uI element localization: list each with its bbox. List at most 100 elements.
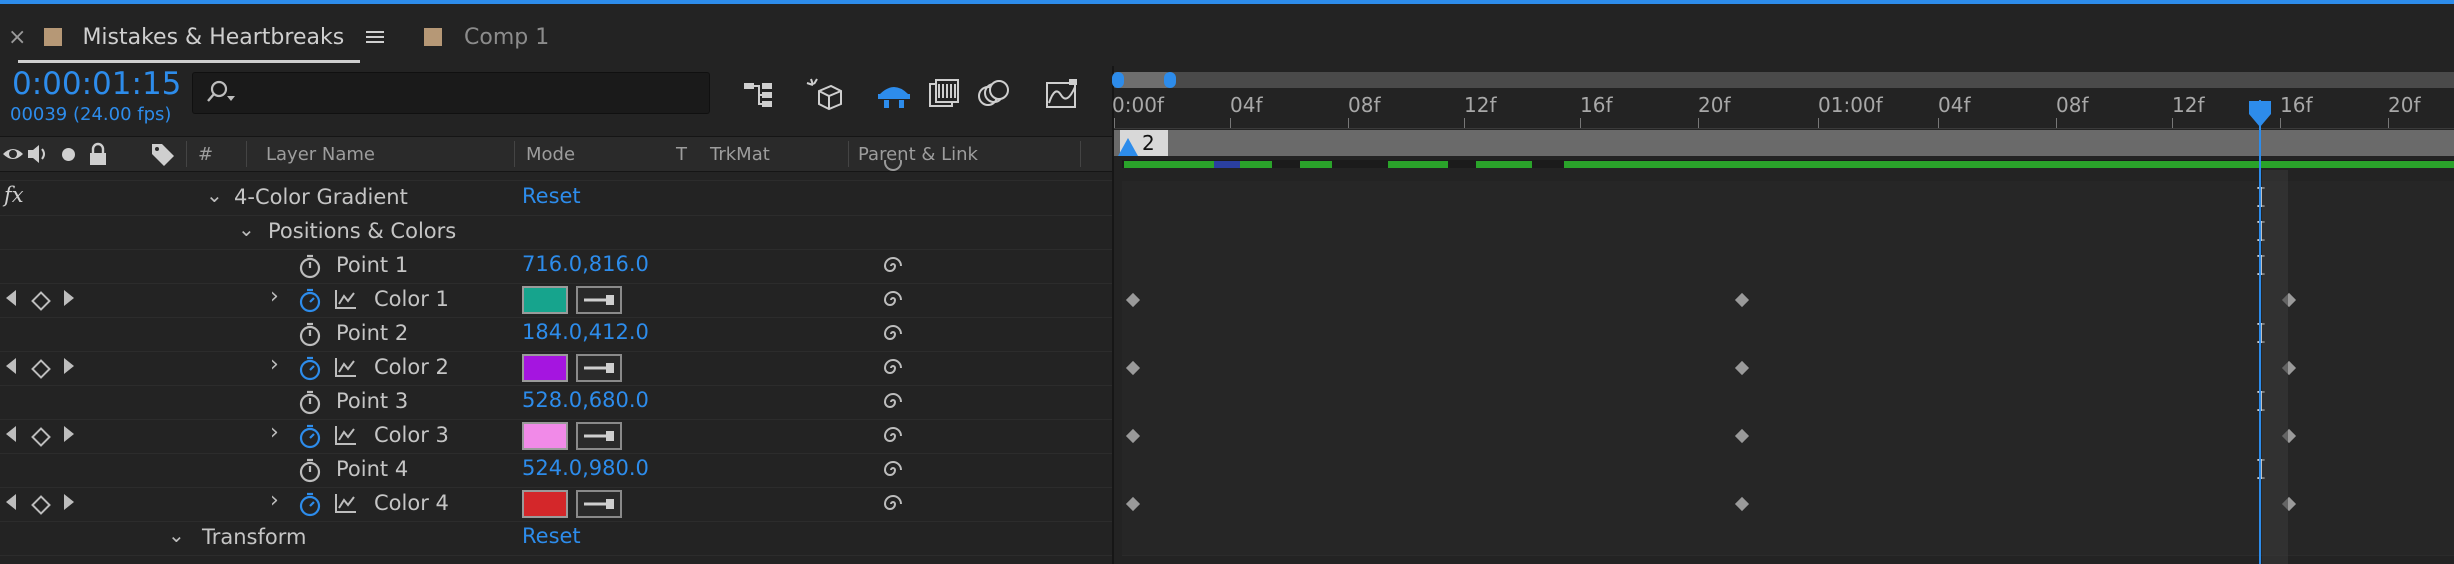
timeline-track-row[interactable]: [1122, 249, 2454, 284]
timeline-track-row[interactable]: [1122, 487, 2454, 522]
layer-duration-segment[interactable]: [1388, 161, 1448, 168]
graph-icon[interactable]: [334, 492, 358, 514]
tab-mistakes-heartbreaks[interactable]: × Mistakes & Heartbreaks: [8, 8, 385, 66]
property-row-color[interactable]: › Color 2: [0, 351, 1112, 386]
timeline-track-row[interactable]: [1122, 181, 2454, 216]
work-area-bar[interactable]: [1114, 130, 2454, 156]
keyframe[interactable]: [1734, 292, 1750, 308]
property-row-color[interactable]: › Color 4: [0, 487, 1112, 522]
group-row-positions-colors[interactable]: ⌄ Positions & Colors: [0, 215, 1112, 250]
chevron-right-icon[interactable]: ›: [270, 284, 279, 309]
stopwatch-icon[interactable]: [298, 253, 322, 279]
property-row-point[interactable]: Point 4 524.0,980.0: [0, 453, 1112, 488]
layer-duration-segment[interactable]: [1564, 161, 2454, 168]
layer-duration-selected-segment[interactable]: [1214, 161, 1240, 168]
stopwatch-active-icon[interactable]: [298, 287, 322, 313]
prev-keyframe-icon[interactable]: [6, 290, 16, 306]
reset-link[interactable]: Reset: [522, 184, 581, 208]
draft-3d-icon[interactable]: [802, 74, 846, 114]
time-navigator-end-handle[interactable]: [1164, 72, 1176, 88]
column-layer-name[interactable]: Layer Name: [266, 144, 375, 165]
eyedropper-button[interactable]: [576, 422, 622, 450]
next-keyframe-icon[interactable]: [64, 290, 74, 306]
timeline-track-row[interactable]: [1122, 317, 2454, 352]
comp-mini-flowchart-icon[interactable]: [736, 74, 780, 114]
expression-pickwhip-icon[interactable]: [882, 323, 904, 345]
timeline-track-row[interactable]: [1122, 283, 2454, 318]
keyframe[interactable]: [1125, 360, 1141, 376]
expression-pickwhip-icon[interactable]: [882, 459, 904, 481]
stopwatch-active-icon[interactable]: [298, 355, 322, 381]
current-time-display[interactable]: 0:00:01:15: [12, 66, 181, 102]
color-swatch[interactable]: [522, 490, 568, 518]
timeline-track-row[interactable]: [1122, 521, 2454, 556]
stopwatch-active-icon[interactable]: [298, 423, 322, 449]
expression-pickwhip-icon[interactable]: [882, 391, 904, 413]
chevron-down-icon[interactable]: ⌄: [168, 523, 185, 547]
point-value[interactable]: 528.0,680.0: [522, 388, 649, 412]
prev-keyframe-icon[interactable]: [6, 358, 16, 374]
column-trkmat[interactable]: TrkMat: [710, 144, 770, 165]
add-keyframe-icon[interactable]: [31, 291, 51, 311]
timeline-track-row[interactable]: [1122, 385, 2454, 420]
property-row-color[interactable]: › Color 3: [0, 419, 1112, 454]
time-navigator-range[interactable]: [1116, 72, 1170, 88]
keyframe[interactable]: [1125, 292, 1141, 308]
prev-keyframe-icon[interactable]: [6, 494, 16, 510]
prev-keyframe-icon[interactable]: [6, 426, 16, 442]
effect-row-4-color-gradient[interactable]: fx ⌄ 4-Color Gradient Reset: [0, 181, 1112, 216]
graph-icon[interactable]: [334, 288, 358, 310]
layer-duration-segment[interactable]: [1476, 161, 1532, 168]
column-parent-link[interactable]: Parent & Link: [858, 144, 978, 165]
next-keyframe-icon[interactable]: [64, 358, 74, 374]
timeline-track-row[interactable]: [1122, 453, 2454, 488]
stopwatch-icon[interactable]: [298, 389, 322, 415]
eye-icon[interactable]: [2, 144, 24, 164]
point-value[interactable]: 184.0,412.0: [522, 320, 649, 344]
stopwatch-icon[interactable]: [298, 457, 322, 483]
reset-link[interactable]: Reset: [522, 524, 581, 548]
next-keyframe-icon[interactable]: [64, 426, 74, 442]
layer-duration-segment[interactable]: [1300, 161, 1332, 168]
time-navigator-start-handle[interactable]: [1112, 72, 1124, 88]
property-row-point[interactable]: Point 1 716.0,816.0: [0, 249, 1112, 284]
property-row-point[interactable]: Point 2 184.0,412.0: [0, 317, 1112, 352]
search-input[interactable]: [192, 72, 710, 114]
keyframe[interactable]: [1125, 496, 1141, 512]
close-icon[interactable]: ×: [8, 25, 26, 50]
label-tag-icon[interactable]: [150, 142, 176, 166]
color-swatch[interactable]: [522, 286, 568, 314]
graph-icon[interactable]: [334, 356, 358, 378]
hamburger-menu-icon[interactable]: [366, 28, 385, 46]
add-keyframe-icon[interactable]: [31, 359, 51, 379]
chevron-down-icon[interactable]: ⌄: [238, 217, 255, 241]
tab-comp-1[interactable]: Comp 1: [424, 8, 549, 66]
expression-pickwhip-icon[interactable]: [882, 493, 904, 515]
graph-editor-icon[interactable]: [1040, 74, 1084, 114]
property-row-point[interactable]: Point 3 528.0,680.0: [0, 385, 1112, 420]
solo-icon[interactable]: [62, 148, 75, 161]
chevron-down-icon[interactable]: ⌄: [206, 183, 223, 207]
timeline-track-row[interactable]: [1122, 215, 2454, 250]
point-value[interactable]: 716.0,816.0: [522, 252, 649, 276]
eyedropper-button[interactable]: [576, 354, 622, 382]
keyframe[interactable]: [1734, 360, 1750, 376]
expression-pickwhip-icon[interactable]: [882, 425, 904, 447]
chevron-right-icon[interactable]: ›: [270, 352, 279, 377]
frame-blending-icon[interactable]: [922, 74, 966, 114]
color-swatch[interactable]: [522, 354, 568, 382]
keyframe[interactable]: [1125, 428, 1141, 444]
chevron-right-icon[interactable]: ›: [270, 488, 279, 513]
layer-duration-segment[interactable]: [1124, 161, 1214, 168]
shy-layers-icon[interactable]: [872, 74, 916, 114]
lock-icon[interactable]: [88, 142, 108, 166]
next-keyframe-icon[interactable]: [64, 494, 74, 510]
eyedropper-button[interactable]: [576, 490, 622, 518]
expression-pickwhip-icon[interactable]: [882, 289, 904, 311]
time-navigator[interactable]: [1114, 72, 2454, 88]
group-row-transform[interactable]: ⌄ Transform Reset: [0, 521, 1112, 556]
column-mode[interactable]: Mode: [526, 144, 575, 165]
column-t[interactable]: T: [676, 144, 687, 165]
add-keyframe-icon[interactable]: [31, 427, 51, 447]
timeline-track-row[interactable]: [1122, 351, 2454, 386]
